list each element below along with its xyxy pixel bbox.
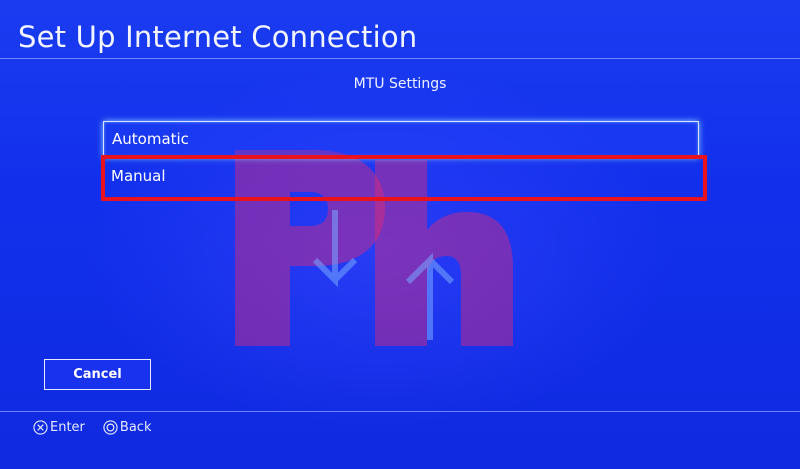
footer-hints: Enter Back xyxy=(33,418,169,436)
option-manual[interactable]: Manual xyxy=(103,158,699,195)
header-divider xyxy=(0,58,800,59)
cross-button-icon xyxy=(33,419,48,435)
option-manual-label: Manual xyxy=(111,167,166,185)
option-list: Automatic Manual xyxy=(103,121,699,195)
hint-enter-label: Enter xyxy=(50,419,85,435)
option-automatic[interactable]: Automatic xyxy=(103,121,699,158)
subtitle: MTU Settings xyxy=(353,76,447,92)
hint-back: Back xyxy=(103,419,152,435)
hint-back-label: Back xyxy=(119,419,152,435)
circle-button-icon xyxy=(103,419,118,435)
title-bar: Set Up Internet Connection xyxy=(0,0,800,58)
page-title: Set Up Internet Connection xyxy=(18,20,418,54)
footer-divider xyxy=(0,411,800,412)
option-automatic-label: Automatic xyxy=(112,130,189,148)
cancel-button[interactable]: Cancel xyxy=(44,359,151,390)
hint-enter: Enter xyxy=(33,420,85,435)
